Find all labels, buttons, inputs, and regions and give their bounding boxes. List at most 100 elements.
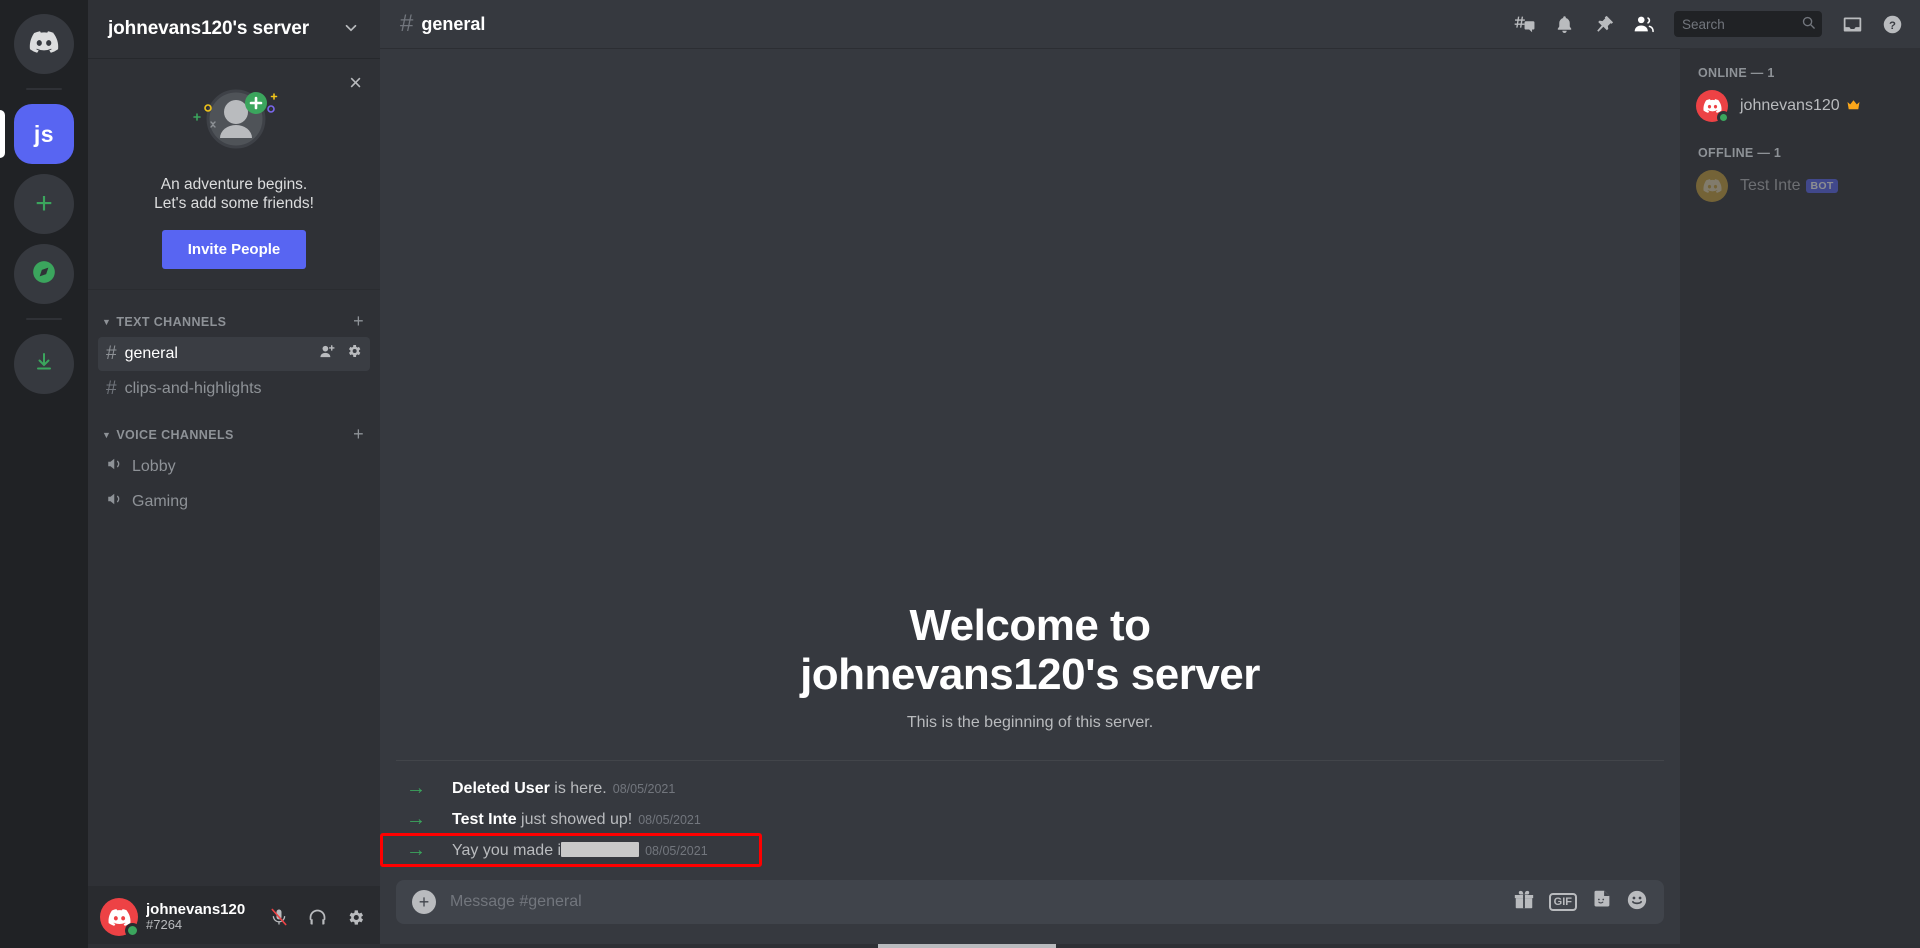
- create-channel-icon[interactable]: +: [353, 424, 370, 445]
- channel-sidebar: johnevans120's server × An adventure beg…: [88, 0, 380, 948]
- horizontal-scrollbar-thumb[interactable]: [878, 944, 1056, 948]
- system-message-actor: Test Inte: [452, 810, 517, 828]
- invite-promo-card: × An adventure begins. Let's add some fr…: [88, 58, 380, 290]
- server-rail-item-explore[interactable]: [14, 244, 74, 304]
- help-icon[interactable]: ?: [1874, 6, 1910, 42]
- system-message-timestamp: 08/05/2021: [645, 843, 708, 858]
- mic-muted-icon[interactable]: [262, 900, 296, 934]
- discord-app: js + johnevans120's server × An adventur…: [0, 0, 1920, 948]
- download-apps-button[interactable]: [14, 334, 74, 394]
- speaker-icon: [106, 455, 124, 479]
- search-input[interactable]: Search: [1674, 11, 1822, 37]
- pinned-messages-icon[interactable]: [1586, 6, 1622, 42]
- edit-channel-gear-icon[interactable]: [346, 343, 362, 364]
- hash-icon: #: [400, 10, 414, 37]
- user-info[interactable]: johnevans120 #7264: [146, 901, 254, 933]
- welcome-line-2: johnevans120's server: [800, 650, 1260, 700]
- member-name-label: Test Inte: [1740, 177, 1801, 194]
- svg-text:?: ?: [1889, 19, 1896, 31]
- redacted-block: [561, 841, 640, 857]
- member-name-row: johnevans120: [1740, 97, 1861, 115]
- channel-list: ▼ TEXT CHANNELS + # general # clips-and-…: [88, 290, 380, 886]
- create-channel-icon[interactable]: +: [353, 311, 370, 332]
- member-list-item[interactable]: Test Inte BOT: [1688, 165, 1912, 207]
- create-invite-icon[interactable]: [319, 343, 336, 365]
- notification-bell-icon[interactable]: [1546, 6, 1582, 42]
- join-arrow-icon: →: [406, 777, 426, 799]
- rail-divider: [26, 88, 62, 90]
- system-message-text: Yay you made i: [452, 841, 562, 859]
- category-voice-channels[interactable]: ▼ VOICE CHANNELS +: [88, 421, 380, 449]
- channel-item-lobby[interactable]: Lobby: [98, 450, 370, 484]
- welcome-line-1: Welcome to: [909, 600, 1151, 650]
- channel-name-label: clips-and-highlights: [124, 379, 262, 397]
- topbar-actions: Search ?: [1506, 6, 1910, 42]
- invite-illustration: [108, 80, 360, 162]
- upload-attachment-icon[interactable]: +: [412, 890, 436, 914]
- headphones-icon[interactable]: [300, 900, 334, 934]
- plus-icon: +: [35, 187, 53, 220]
- server-rail: js +: [0, 0, 88, 948]
- message-composer[interactable]: + Message #general GIF: [396, 880, 1664, 924]
- composer-actions: GIF: [1513, 889, 1648, 916]
- speaker-icon: [106, 490, 124, 514]
- channel-item-gaming[interactable]: Gaming: [98, 485, 370, 519]
- status-indicator-online: [1717, 111, 1730, 124]
- join-arrow-icon: →: [406, 808, 426, 830]
- threads-icon[interactable]: [1506, 6, 1542, 42]
- server-button-js[interactable]: js: [14, 104, 74, 164]
- member-list-icon[interactable]: [1626, 6, 1662, 42]
- channel-item-general[interactable]: # general: [98, 336, 370, 371]
- channel-hover-actions: [319, 343, 362, 365]
- divider: [396, 760, 1664, 761]
- gift-icon[interactable]: [1513, 889, 1535, 916]
- user-panel: johnevans120 #7264: [88, 886, 380, 948]
- server-rail-item-home[interactable]: [14, 14, 74, 74]
- search-icon: [1801, 15, 1816, 33]
- search-placeholder: Search: [1682, 16, 1725, 32]
- invite-promo-text: An adventure begins. Let's add some frie…: [108, 176, 360, 214]
- chevron-down-icon: ▼: [102, 429, 112, 440]
- status-indicator-online: [125, 923, 140, 938]
- server-header-dropdown[interactable]: johnevans120's server: [88, 0, 380, 58]
- server-rail-item-js[interactable]: js: [0, 104, 74, 164]
- avatar: [1696, 170, 1728, 202]
- gif-icon[interactable]: GIF: [1548, 892, 1577, 912]
- avatar[interactable]: [100, 898, 140, 938]
- member-name-label: johnevans120: [1740, 97, 1840, 114]
- server-owner-crown-icon: [1846, 98, 1861, 114]
- promo-line-2: Let's add some friends!: [154, 194, 314, 212]
- system-message-body: Yay you made i 08/05/2021: [452, 841, 708, 860]
- server-rail-item-download[interactable]: [14, 334, 74, 394]
- discord-logo-icon: [29, 30, 59, 58]
- channel-name-label: Lobby: [132, 457, 176, 475]
- category-label: TEXT CHANNELS: [116, 314, 227, 329]
- system-message-row: → Deleted User is here. 08/05/2021: [380, 773, 1680, 804]
- horizontal-scrollbar-track[interactable]: [88, 944, 1920, 948]
- add-server-button[interactable]: +: [14, 174, 74, 234]
- page-title: general: [421, 13, 486, 34]
- hash-icon: #: [106, 342, 117, 364]
- join-arrow-icon: →: [406, 839, 426, 861]
- user-settings-gear-icon[interactable]: [338, 900, 372, 934]
- discord-home-button[interactable]: [14, 14, 74, 74]
- system-message-actor: Deleted User: [452, 779, 550, 797]
- server-name-label: johnevans120's server: [108, 18, 309, 39]
- main-content: # general Search ? Welcome to johnevans1…: [380, 0, 1920, 948]
- member-list-item[interactable]: johnevans120: [1688, 85, 1912, 127]
- invite-people-button[interactable]: Invite People: [161, 229, 307, 269]
- server-initials-label: js: [33, 120, 55, 147]
- server-rail-item-add[interactable]: +: [14, 174, 74, 234]
- system-message-text: is here.: [549, 779, 607, 797]
- inbox-icon[interactable]: [1834, 6, 1870, 42]
- message-input[interactable]: Message #general: [450, 893, 1499, 911]
- message-pane: Welcome to johnevans120's server This is…: [380, 48, 1680, 948]
- system-message-text: just showed up!: [516, 810, 633, 828]
- category-text-channels[interactable]: ▼ TEXT CHANNELS +: [88, 308, 380, 336]
- emoji-icon[interactable]: [1626, 889, 1648, 916]
- sticker-icon[interactable]: [1591, 889, 1612, 915]
- chevron-down-icon: ▼: [102, 316, 112, 327]
- channel-item-clips-and-highlights[interactable]: # clips-and-highlights: [98, 372, 370, 406]
- explore-servers-button[interactable]: [14, 244, 74, 304]
